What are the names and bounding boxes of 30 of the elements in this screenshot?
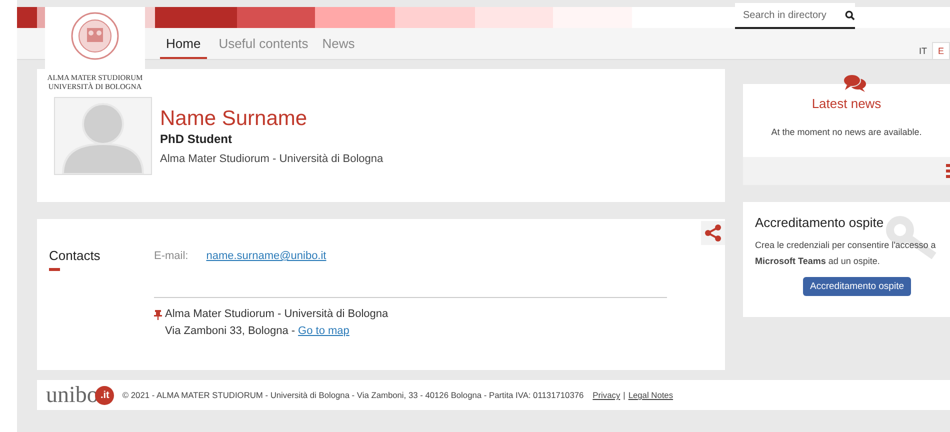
footer-link[interactable]: Privacy: [592, 390, 620, 400]
news-title: Latest news: [812, 96, 882, 111]
logo-badge: .it: [95, 386, 114, 404]
pushpin-icon: [154, 310, 162, 320]
person-affiliation: Alma Mater Studiorum - Università di Bologna: [160, 152, 384, 164]
section-title: Contacts: [49, 248, 102, 263]
link-separator: |: [623, 390, 626, 400]
address-text: Via Zamboni 33, Bologna -: [165, 324, 296, 339]
person-role: PhD Student: [160, 132, 233, 146]
list-icon[interactable]: [946, 164, 950, 178]
university-seal-icon[interactable]: [70, 11, 120, 61]
nav-tab[interactable]: Useful contents: [216, 28, 310, 59]
copyright-text: © 2021 - ALMA MATER STUDIORUM - Università di Bologna - Via Zamboni, 33 - 40126 Bologna - Partita IVA: 01131710376: [122, 390, 584, 400]
email-label: E-mail:: [154, 250, 188, 262]
language-link[interactable]: IT: [914, 43, 932, 59]
nav-tab[interactable]: News: [320, 28, 357, 59]
share-button[interactable]: [701, 221, 725, 245]
search-icon[interactable]: [845, 10, 855, 20]
map-link[interactable]: Go to map: [298, 323, 350, 340]
news-message: At the moment no news are available.: [771, 127, 922, 137]
guest-access-button[interactable]: Accreditamento ospite: [803, 277, 911, 296]
guest-title: Accreditamento ospite: [755, 215, 885, 230]
guest-description: Crea le credenziali per consentire l'accesso a Microsoft Teams ad un ospite.: [755, 239, 937, 268]
share-icon: [704, 224, 722, 242]
nav-tab[interactable]: Home: [160, 28, 207, 59]
language-link[interactable]: E: [932, 42, 950, 59]
footer-link[interactable]: Legal Notes: [628, 390, 674, 400]
email-link[interactable]: name.surname@unibo.it: [206, 250, 326, 262]
person-name: Name Surname: [160, 106, 308, 130]
address-text: Alma Mater Studiorum - Università di Bologna: [165, 307, 388, 322]
